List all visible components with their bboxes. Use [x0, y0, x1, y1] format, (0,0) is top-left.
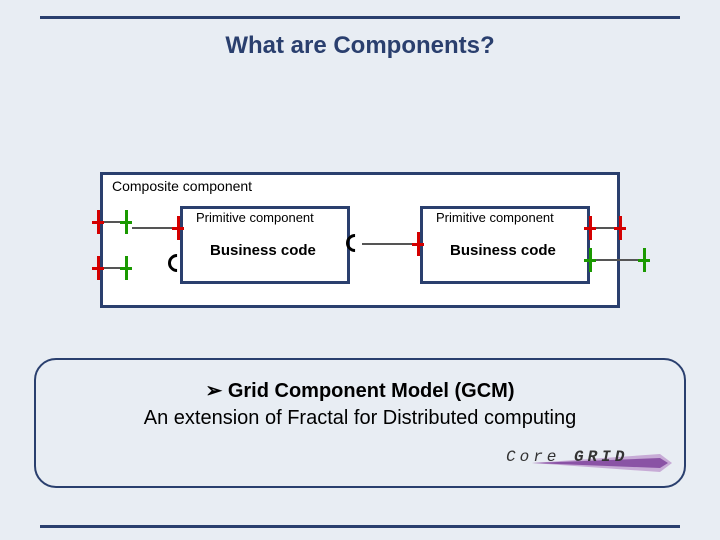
panel-heading: ➢ Grid Component Model (GCM): [36, 378, 684, 403]
business-code-label-2: Business code: [450, 242, 556, 259]
connector-line: [362, 243, 412, 245]
interface-icon: [120, 256, 132, 280]
logo-text-right: GRID: [574, 448, 628, 466]
panel-subtext: An extension of Fractal for Distributed …: [36, 407, 684, 430]
connector-line: [132, 227, 172, 229]
interface-icon: [638, 248, 650, 272]
connector-line: [596, 259, 638, 261]
connector-line: [104, 267, 120, 269]
primitive-component-label-1: Primitive component: [196, 210, 314, 225]
connector-line: [104, 221, 120, 223]
bottom-rule: [40, 525, 680, 528]
interface-icon: [120, 210, 132, 234]
logo-text-left: Core: [506, 448, 560, 466]
primitive-component-label-2: Primitive component: [436, 210, 554, 225]
interface-icon: [172, 216, 184, 240]
coregrid-logo: Core GRID: [506, 444, 656, 476]
interface-icon: [584, 248, 596, 272]
connector-line: [596, 227, 614, 229]
interface-icon: [614, 216, 626, 240]
interface-icon: [584, 216, 596, 240]
interface-icon: [412, 232, 424, 256]
composite-component-label: Composite component: [112, 178, 252, 194]
panel-heading-text: Grid Component Model (GCM): [228, 380, 515, 402]
slide-title: What are Components?: [0, 32, 720, 60]
interface-icon: [92, 210, 104, 234]
logo-text: Core GRID: [506, 448, 628, 466]
bullet-icon: ➢: [206, 380, 223, 402]
info-panel: ➢ Grid Component Model (GCM) An extensio…: [34, 358, 686, 488]
interface-icon: [92, 256, 104, 280]
top-rule: [40, 16, 680, 19]
business-code-label-1: Business code: [210, 242, 316, 259]
